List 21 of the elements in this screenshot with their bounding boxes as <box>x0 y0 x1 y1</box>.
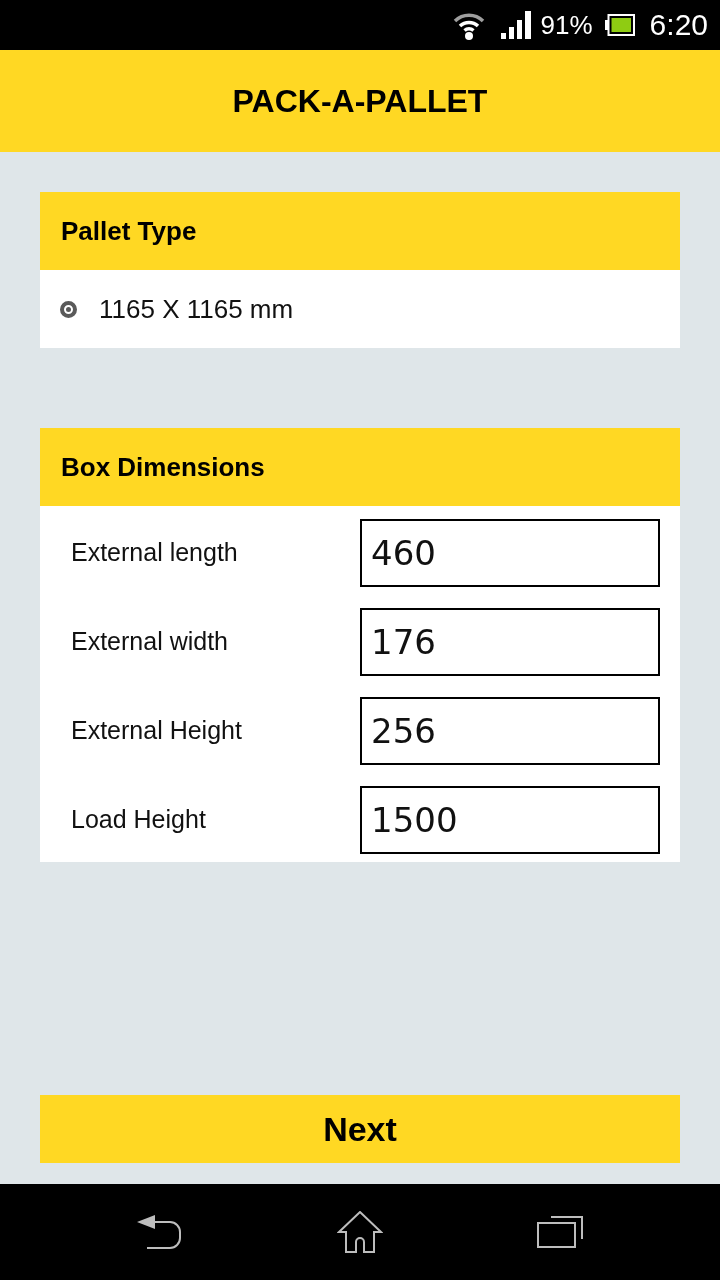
input-field[interactable]: 460 <box>360 518 660 587</box>
input-field[interactable]: 256 <box>360 696 660 765</box>
field-label: External width <box>71 625 230 657</box>
battery-percentage: 91% <box>540 12 593 38</box>
field-label: Load Height <box>71 803 207 835</box>
card-heading: Box Dimensions <box>61 450 265 484</box>
radio-button-icon[interactable] <box>60 300 77 318</box>
field-label: External Height <box>71 714 243 746</box>
home-icon[interactable] <box>337 1211 383 1253</box>
signal-icon <box>500 11 531 39</box>
app-title: PACK-A-PALLET <box>232 85 488 117</box>
clock-time: 6:20 <box>649 10 708 40</box>
next-button[interactable]: Next <box>40 1095 680 1163</box>
input-field[interactable]: 1500 <box>360 785 660 854</box>
input-field[interactable]: 176 <box>360 607 660 676</box>
battery-icon <box>604 14 635 36</box>
back-icon[interactable] <box>137 1215 183 1249</box>
radio-option-label[interactable]: 1165 X 1165 mm <box>99 289 294 329</box>
card-heading: Pallet Type <box>61 214 197 248</box>
field-label: External length <box>71 536 239 568</box>
recent-apps-icon[interactable] <box>537 1216 583 1248</box>
